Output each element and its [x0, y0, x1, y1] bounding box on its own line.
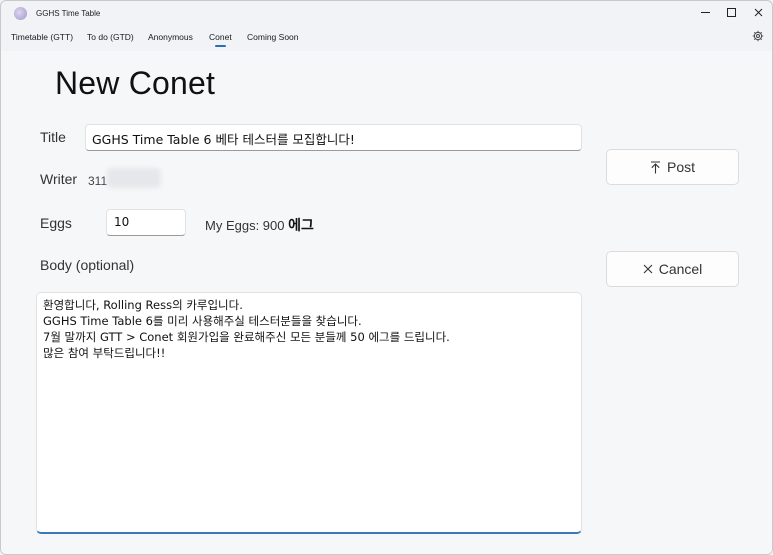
title-bar: GGHS Time Table [1, 1, 772, 27]
close-icon [643, 264, 653, 274]
eggs-label: Eggs [40, 215, 72, 231]
my-eggs-count: My Eggs: 900 [205, 218, 285, 233]
cancel-button[interactable]: Cancel [606, 251, 739, 287]
body-label: Body (optional) [40, 257, 135, 273]
tab-conet[interactable]: Conet [209, 32, 232, 42]
maximize-button[interactable] [717, 1, 745, 23]
body-textarea[interactable]: 환영합니다, Rolling Ress의 카루입니다. GGHS Time Ta… [36, 292, 582, 534]
window-title: GGHS Time Table [36, 9, 101, 18]
upload-icon [650, 160, 661, 174]
page-title: New Conet [55, 65, 216, 101]
tab-coming-soon[interactable]: Coming Soon [247, 32, 299, 42]
tab-anonymous[interactable]: Anonymous [148, 32, 193, 42]
redacted-writer-name [107, 168, 161, 188]
body-line: 많은 참여 부탁드립니다!! [43, 346, 166, 360]
post-button[interactable]: Post [606, 149, 739, 185]
minimize-button[interactable] [691, 1, 719, 23]
writer-label: Writer [40, 171, 78, 187]
close-icon [754, 8, 762, 16]
close-button[interactable] [744, 1, 772, 23]
app-logo-icon [14, 7, 27, 20]
post-label: Post [666, 159, 695, 175]
app-window: GGHS Time Table Timetable (GTT) To do (G… [0, 0, 773, 555]
tab-timetable[interactable]: Timetable (GTT) [11, 32, 73, 42]
maximize-icon [726, 7, 736, 17]
selected-tab-indicator [215, 45, 226, 47]
nav-tabs: Timetable (GTT) To do (GTD) Anonymous Co… [1, 27, 772, 51]
gear-icon[interactable] [752, 30, 764, 42]
title-label: Title [40, 129, 66, 145]
my-eggs-text: My Eggs: 900 에그 [205, 215, 314, 235]
body-line: 환영합니다, Rolling Ress의 카루입니다. [43, 298, 243, 312]
body-line: GGHS Time Table 6를 미리 사용해주실 테스터분들을 찾습니다. [43, 314, 362, 328]
writer-value: 311 [88, 174, 108, 188]
eggs-input[interactable]: 10 [106, 209, 186, 236]
my-eggs-unit: 에그 [288, 218, 314, 234]
title-input[interactable]: GGHS Time Table 6 베타 테스터를 모집합니다! [85, 124, 582, 151]
tab-todo[interactable]: To do (GTD) [87, 32, 134, 42]
minimize-icon [700, 11, 710, 13]
body-line: 7월 말까지 GTT > Conet 회원가입을 완료해주신 모든 분들께 50… [43, 330, 450, 344]
cancel-label: Cancel [658, 261, 703, 277]
